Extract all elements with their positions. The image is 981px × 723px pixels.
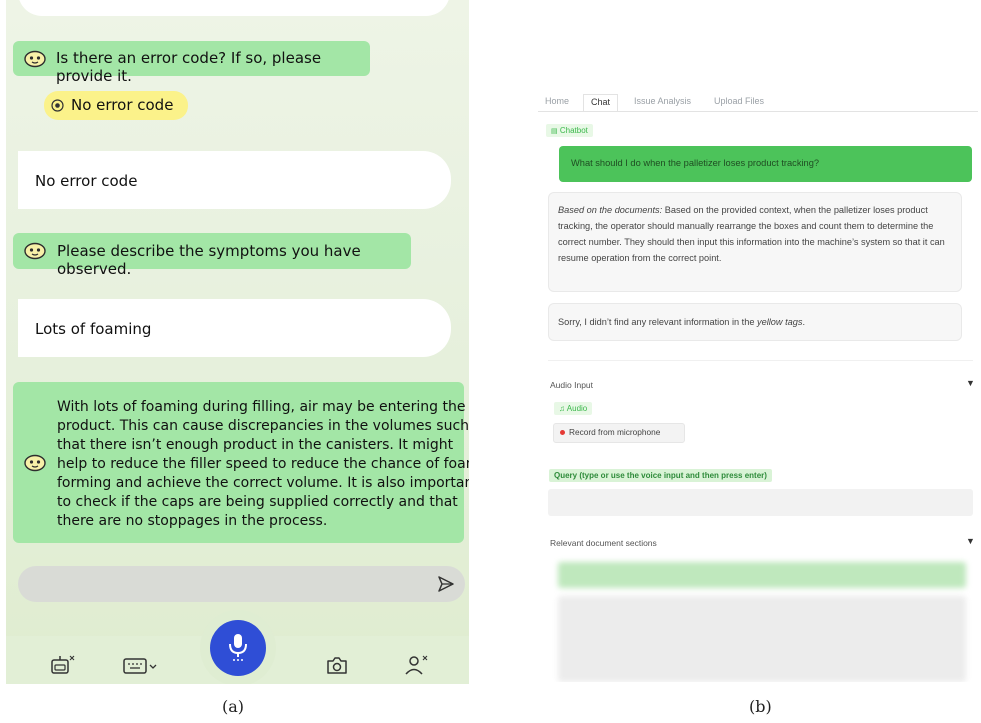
- relevant-sections-title[interactable]: Relevant document sections: [550, 538, 657, 548]
- music-note-icon: ♫: [559, 404, 565, 413]
- audio-label: ♫ Audio: [554, 402, 593, 415]
- web-chat-panel: Home Chat Issue Analysis Upload Files ▤ …: [538, 90, 978, 682]
- blurred-section-header: [558, 562, 966, 588]
- collapse-triangle-icon[interactable]: ▼: [966, 536, 975, 546]
- answer-line: product. This can cause discrepancies in…: [57, 418, 469, 434]
- bot-message-error-code: Is there an error code? If so, please pr…: [13, 41, 370, 85]
- user-message-no-error-code: No error code: [18, 151, 451, 209]
- tab-issue-analysis[interactable]: Issue Analysis: [634, 96, 691, 106]
- previous-message-bubble: [18, 0, 450, 16]
- robot-off-icon[interactable]: [50, 654, 76, 676]
- answer-line: to check if the caps are being supplied …: [57, 494, 458, 510]
- caption-a: (a): [222, 697, 245, 716]
- user-question-bubble: What should I do when the palletizer los…: [559, 146, 972, 182]
- answer-line: that there isn’t enough product in the c…: [57, 437, 454, 453]
- record-from-microphone-button[interactable]: Record from microphone: [553, 423, 685, 443]
- query-label: Query (type or use the voice input and t…: [549, 469, 772, 482]
- chatbot-label: ▤ Chatbot: [546, 124, 593, 137]
- no-info-card: Sorry, I didn’t find any relevant inform…: [548, 303, 962, 341]
- user-message-text: Lots of foaming: [35, 320, 152, 338]
- tab-bar-divider: [538, 111, 978, 112]
- blurred-section-body: [558, 596, 966, 682]
- user-message-text: No error code: [35, 172, 138, 190]
- bot-message-text: Please describe the symptoms you have ob…: [57, 242, 361, 278]
- query-label-text: Query (type or use the voice input and t…: [554, 471, 767, 480]
- mobile-chat-panel: Is there an error code? If so, please pr…: [6, 0, 469, 684]
- bot-message-symptoms: Please describe the symptoms you have ob…: [13, 233, 411, 278]
- user-question-text: What should I do when the palletizer los…: [571, 158, 820, 168]
- bot-answer-card: Based on the documents: Based on the pro…: [548, 192, 962, 292]
- chat-icon: ▤: [551, 128, 558, 135]
- audio-input-title[interactable]: Audio Input: [550, 380, 593, 390]
- record-label: Record from microphone: [569, 427, 661, 437]
- no-info-emphasis: yellow tags: [757, 317, 803, 327]
- audio-label-text: Audio: [566, 404, 588, 413]
- keyboard-icon[interactable]: [123, 658, 159, 674]
- user-message-foaming: Lots of foaming: [18, 299, 451, 357]
- answer-line: help to reduce the filler speed to reduc…: [57, 456, 469, 472]
- message-input[interactable]: [18, 566, 465, 602]
- option-chip-no-error-code[interactable]: No error code: [44, 91, 188, 120]
- option-chip-label: No error code: [71, 96, 174, 114]
- microphone-button[interactable]: [210, 620, 266, 676]
- radio-selected-icon: [51, 99, 64, 112]
- no-info-suffix: .: [802, 317, 806, 327]
- no-info-text: Sorry, I didn’t find any relevant inform…: [558, 317, 757, 327]
- robot-icon: [24, 242, 46, 260]
- user-off-icon[interactable]: [404, 654, 430, 676]
- tab-home[interactable]: Home: [545, 96, 569, 106]
- answer-line: forming and achieve the correct volume. …: [57, 475, 469, 491]
- send-icon[interactable]: [437, 575, 455, 593]
- collapse-triangle-icon[interactable]: ▼: [966, 378, 975, 388]
- chatbot-label-text: Chatbot: [559, 126, 588, 135]
- query-input[interactable]: [548, 489, 973, 516]
- audio-divider: [548, 360, 973, 361]
- no-info-content: Sorry, I didn’t find any relevant inform…: [558, 314, 805, 330]
- camera-icon[interactable]: [326, 655, 348, 675]
- caption-b: (b): [749, 697, 772, 716]
- robot-icon: [24, 454, 46, 472]
- tab-upload-files[interactable]: Upload Files: [714, 96, 764, 106]
- bot-answer-content: Based on the documents: Based on the pro…: [558, 202, 958, 266]
- answer-prefix: Based on the documents:: [558, 205, 663, 215]
- bot-message-foaming-answer: With lots of foaming during filling, air…: [13, 382, 469, 543]
- answer-line: With lots of foaming during filling, air…: [57, 399, 466, 415]
- robot-icon: [24, 50, 46, 68]
- bot-message-text: Is there an error code? If so, please pr…: [56, 49, 322, 85]
- bot-answer-text: With lots of foaming during filling, air…: [57, 398, 469, 531]
- answer-line: there are no stoppages in the process.: [57, 513, 328, 529]
- tab-chat[interactable]: Chat: [583, 94, 619, 111]
- record-dot-icon: [560, 430, 565, 435]
- microphone-icon: [229, 634, 247, 661]
